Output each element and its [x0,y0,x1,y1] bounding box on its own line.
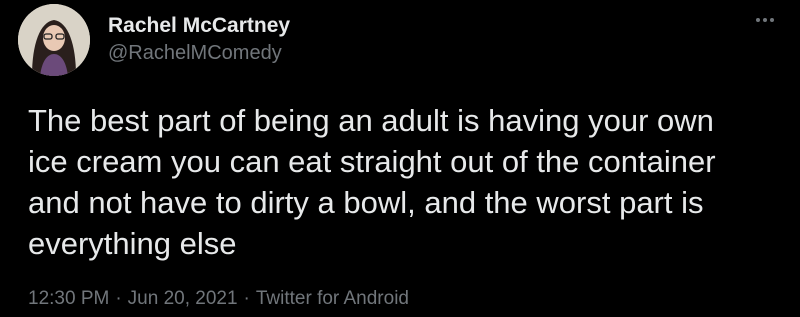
tweet-metadata: 12:30 PM · Jun 20, 2021 · Twitter for Androi… [28,288,409,310]
author-handle[interactable]: @RachelMComedy [108,42,282,65]
separator: · [115,288,122,309]
tweet-card: Rachel McCartney @RachelMComedy The best… [0,0,800,317]
tweet-source[interactable]: Twitter for Android [256,288,409,309]
more-options-icon[interactable] [750,10,780,30]
tweet-date[interactable]: Jun 20, 2021 [128,288,238,309]
avatar-image [18,4,90,76]
tweet-text: The best part of being an adult is havin… [28,103,716,261]
avatar[interactable] [18,4,90,76]
separator: · [243,288,250,309]
dot [770,18,774,22]
tweet-time[interactable]: 12:30 PM [28,288,109,309]
dot [763,18,767,22]
dot [756,18,760,22]
author-display-name[interactable]: Rachel McCartney [108,14,290,38]
